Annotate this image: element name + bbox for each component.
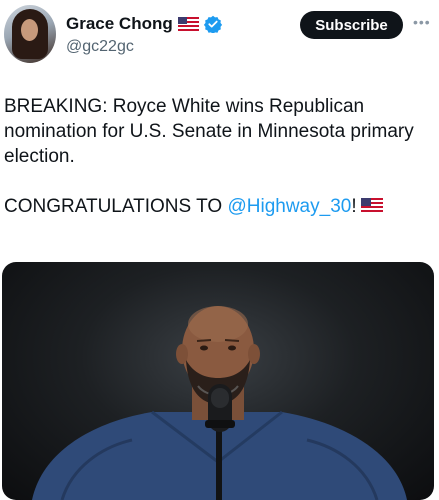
- ellipsis-icon[interactable]: •••: [413, 14, 431, 30]
- tweet-header: Grace Chong @gc22gc Subscribe •••: [0, 0, 439, 70]
- mention-link[interactable]: @Highway_30: [227, 196, 351, 217]
- author-name-row: Grace Chong: [66, 13, 222, 35]
- us-flag-icon: [360, 195, 383, 213]
- tweet-text-suffix: !: [351, 196, 357, 217]
- author-handle[interactable]: @gc22gc: [66, 38, 134, 56]
- tweet-text-paragraph-1: BREAKING: Royce White wins Republican no…: [4, 96, 414, 167]
- verified-badge-icon: [203, 15, 222, 35]
- avatar[interactable]: [4, 5, 56, 63]
- tweet-text-prefix: CONGRATULATIONS TO: [4, 196, 228, 217]
- author-display-name[interactable]: Grace Chong: [66, 14, 173, 34]
- subscribe-button[interactable]: Subscribe: [300, 11, 403, 39]
- tweet-text-paragraph-2: CONGRATULATIONS TO @Highway_30!: [4, 194, 434, 219]
- avatar-face: [21, 19, 38, 41]
- tweet-text: BREAKING: Royce White wins Republican no…: [4, 94, 434, 219]
- us-flag-icon: [177, 17, 199, 31]
- man-at-microphone-photo: [32, 306, 407, 500]
- tweet-media-image[interactable]: [2, 262, 434, 500]
